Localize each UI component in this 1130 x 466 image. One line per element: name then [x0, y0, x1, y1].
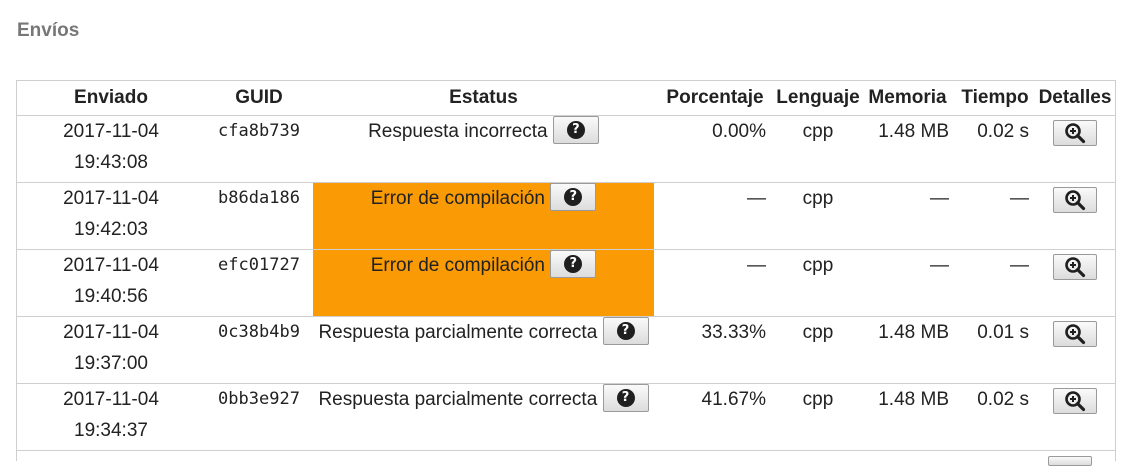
- sent-date: 2017-11-04: [63, 322, 159, 343]
- details-cell: [1035, 182, 1115, 250]
- question-circle-icon: ?: [616, 389, 635, 408]
- details-cell: [1035, 249, 1115, 317]
- memory-cell: 1.48 MB: [860, 316, 955, 384]
- sent-date: 2017-11-04: [63, 389, 159, 410]
- percent-cell: 0.00%: [654, 115, 776, 183]
- status-cell: Respuesta incorrecta ?: [313, 115, 654, 183]
- runtime-cell: —: [955, 249, 1035, 317]
- sent-date: 2017-11-04: [63, 188, 159, 209]
- status-help-button[interactable]: ?: [550, 183, 597, 212]
- table-header-row: Enviado GUID Estatus Porcentaje Lenguaje…: [17, 80, 1115, 116]
- percent-cell: —: [654, 249, 776, 317]
- percent-cell: 33.33%: [654, 316, 776, 384]
- header-time[interactable]: Tiempo: [955, 80, 1035, 116]
- status-text: Respuesta parcialmente correcta: [318, 389, 598, 410]
- status-help-button[interactable]: ?: [602, 317, 649, 346]
- guid-cell: b86da186: [205, 182, 313, 250]
- details-button-partial[interactable]: [1048, 456, 1092, 466]
- submission-row: 2017-11-04 19:37:00 0c38b4b9 Respuesta p…: [17, 316, 1115, 384]
- status-text: Error de compilación: [370, 255, 545, 276]
- submission-row: 2017-11-04 19:43:08 cfa8b739 Respuesta i…: [17, 115, 1115, 183]
- details-button[interactable]: [1053, 187, 1097, 214]
- runtime-cell: 0.02 s: [955, 115, 1035, 183]
- status-cell: Error de compilación ?: [313, 249, 654, 317]
- language-cell: cpp: [776, 316, 860, 384]
- language-cell: cpp: [776, 115, 860, 183]
- sent-time: 19:34:37: [74, 420, 148, 441]
- guid-cell: 0c38b4b9: [205, 316, 313, 384]
- details-cell: [1035, 115, 1115, 183]
- memory-cell: 1.48 MB: [860, 383, 955, 451]
- question-circle-icon: ?: [616, 322, 635, 341]
- language-cell: cpp: [776, 383, 860, 451]
- sent-cell: 2017-11-04 19:43:08: [17, 115, 205, 183]
- submission-row: 2017-11-04 19:40:56 efc01727 Error de co…: [17, 249, 1115, 317]
- memory-cell: —: [860, 249, 955, 317]
- header-percent[interactable]: Porcentaje: [654, 80, 776, 116]
- details-button[interactable]: [1053, 254, 1097, 281]
- runtime-cell: —: [955, 182, 1035, 250]
- memory-cell: —: [860, 182, 955, 250]
- details-cell: [1035, 316, 1115, 384]
- language-cell: cpp: [776, 182, 860, 250]
- header-status[interactable]: Estatus: [313, 80, 654, 116]
- header-sent[interactable]: Enviado: [17, 80, 205, 116]
- magnifier-zoom-icon: [1065, 257, 1086, 278]
- header-guid[interactable]: GUID: [205, 80, 313, 116]
- status-cell: Respuesta parcialmente correcta ?: [313, 383, 654, 451]
- magnifier-zoom-icon: [1065, 324, 1086, 345]
- status-text: Error de compilación: [370, 188, 545, 209]
- submission-row: 2017-11-04 19:34:37 0bb3e927 Respuesta p…: [17, 383, 1115, 451]
- status-help-button[interactable]: ?: [552, 116, 599, 145]
- header-memory[interactable]: Memoria: [860, 80, 955, 116]
- status-help-button[interactable]: ?: [602, 384, 649, 413]
- sent-date: 2017-11-04: [63, 255, 159, 276]
- details-button[interactable]: [1053, 321, 1097, 348]
- status-help-button[interactable]: ?: [550, 250, 597, 279]
- sent-time: 19:42:03: [74, 219, 148, 240]
- percent-cell: —: [654, 182, 776, 250]
- sent-time: 19:43:08: [74, 152, 148, 173]
- sent-time: 19:37:00: [74, 353, 148, 374]
- section-title: Envíos: [17, 20, 80, 41]
- question-circle-icon: ?: [564, 188, 583, 207]
- sent-cell: 2017-11-04 19:37:00: [17, 316, 205, 384]
- sent-cell: 2017-11-04 19:40:56: [17, 249, 205, 317]
- details-cell: [1035, 383, 1115, 451]
- sent-date: 2017-11-04: [63, 121, 159, 142]
- status-text: Respuesta incorrecta: [368, 121, 548, 142]
- status-text: Respuesta parcialmente correcta: [318, 322, 598, 343]
- submission-row: 2017-11-04 19:42:03 b86da186 Error de co…: [17, 182, 1115, 250]
- magnifier-zoom-icon: [1065, 391, 1086, 412]
- question-circle-icon: ?: [564, 255, 583, 274]
- status-cell: Respuesta parcialmente correcta ?: [313, 316, 654, 384]
- language-cell: cpp: [776, 249, 860, 317]
- magnifier-zoom-icon: [1065, 190, 1086, 211]
- runtime-cell: 0.01 s: [955, 316, 1035, 384]
- submissions-table: Enviado GUID Estatus Porcentaje Lenguaje…: [17, 80, 1115, 451]
- percent-cell: 41.67%: [654, 383, 776, 451]
- magnifier-zoom-icon: [1065, 123, 1086, 144]
- details-button[interactable]: [1053, 120, 1097, 147]
- status-cell: Error de compilación ?: [313, 182, 654, 250]
- guid-cell: efc01727: [205, 249, 313, 317]
- runtime-cell: 0.02 s: [955, 383, 1035, 451]
- memory-cell: 1.48 MB: [860, 115, 955, 183]
- guid-cell: cfa8b739: [205, 115, 313, 183]
- submissions-table-wrapper: Enviado GUID Estatus Porcentaje Lenguaje…: [16, 80, 1116, 461]
- sent-cell: 2017-11-04 19:34:37: [17, 383, 205, 451]
- header-details[interactable]: Detalles: [1035, 80, 1115, 116]
- details-button[interactable]: [1053, 388, 1097, 415]
- header-language[interactable]: Lenguaje: [776, 80, 860, 116]
- question-circle-icon: ?: [566, 121, 585, 140]
- sent-time: 19:40:56: [74, 286, 148, 307]
- sent-cell: 2017-11-04 19:42:03: [17, 182, 205, 250]
- guid-cell: 0bb3e927: [205, 383, 313, 451]
